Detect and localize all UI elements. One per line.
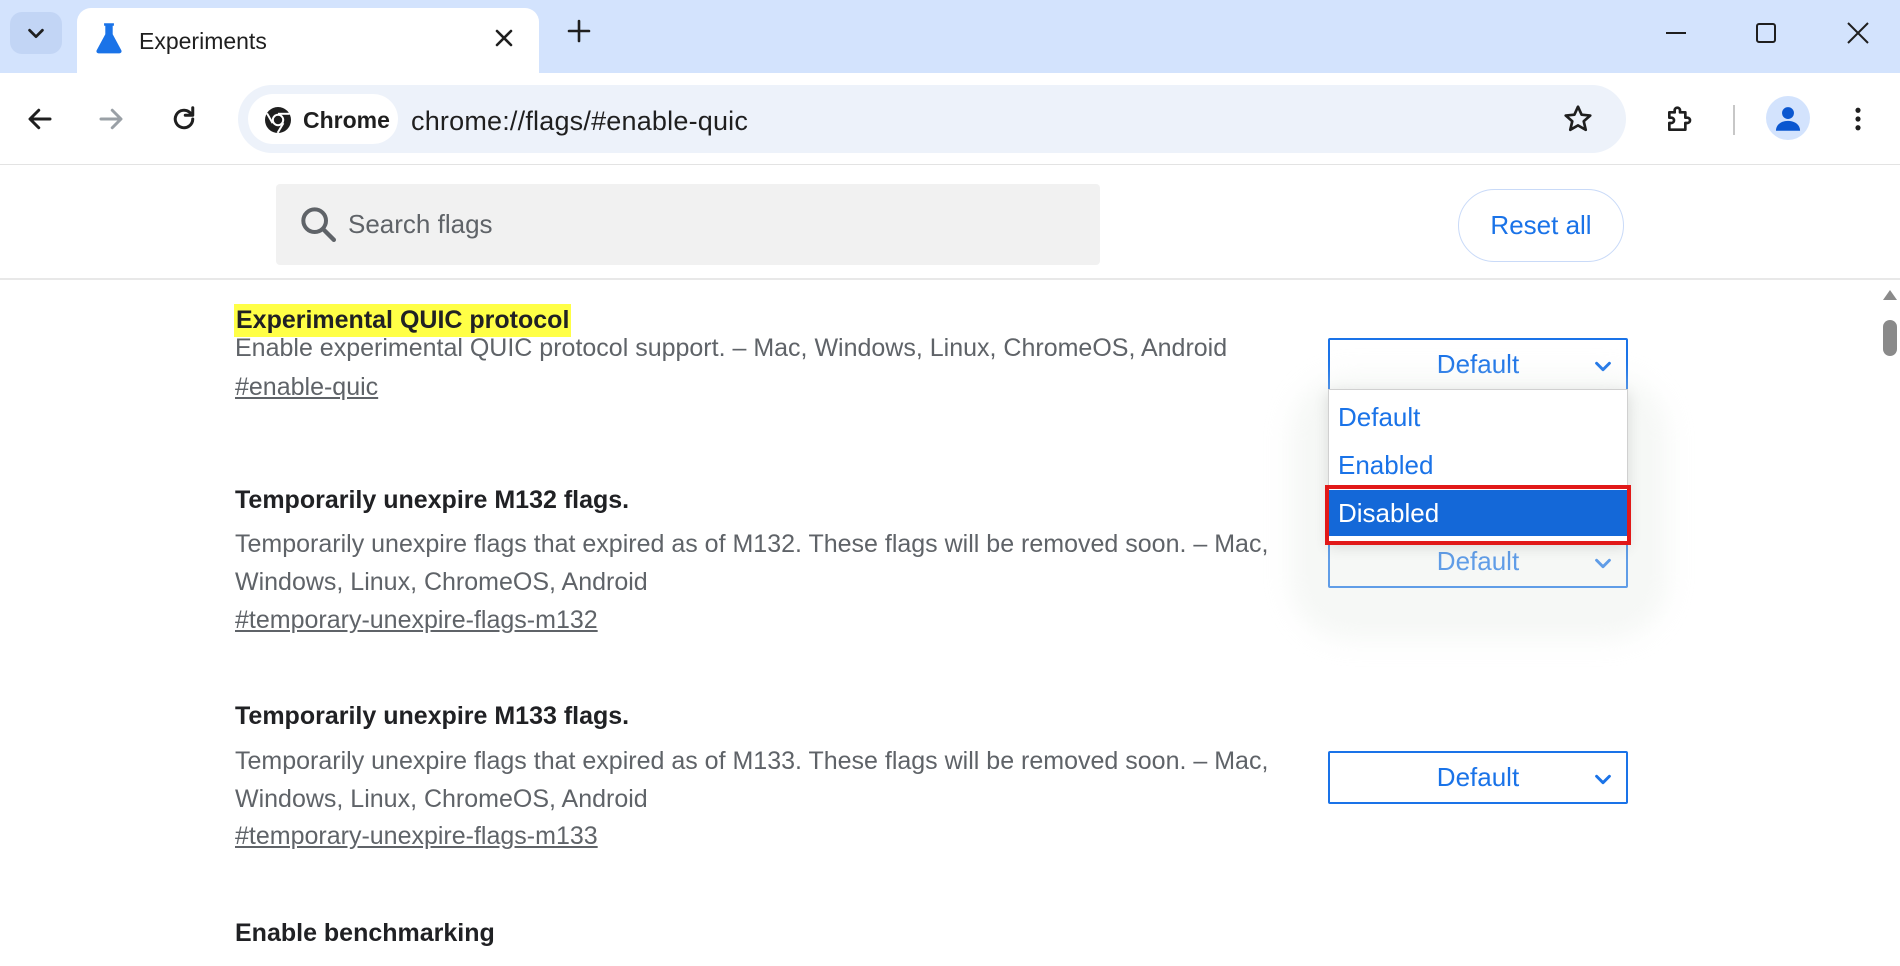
scroll-up-arrow[interactable] <box>1883 290 1897 300</box>
flag-description: Temporarily unexpire flags that expired … <box>235 530 1269 596</box>
dropdown-option-enabled[interactable]: Enabled <box>1329 442 1627 488</box>
flag-title: Temporarily unexpire M132 flags. <box>235 486 630 514</box>
chrome-logo-icon <box>265 107 291 134</box>
flag-description: Enable experimental QUIC protocol suppor… <box>235 334 1228 362</box>
chip-label: Chrome <box>303 107 390 133</box>
menu-button[interactable] <box>1834 95 1882 143</box>
toolbar-separator <box>1733 105 1735 135</box>
url-text[interactable]: chrome://flags/#enable-quic <box>411 106 748 137</box>
browser-window: Experiments Chrome chrome://flags/#enabl… <box>0 0 1900 966</box>
reload-button[interactable] <box>160 95 208 143</box>
arrow-left-icon <box>28 108 52 130</box>
scroll-thumb[interactable] <box>1883 320 1897 356</box>
dropdown-option-default[interactable]: Default <box>1329 394 1627 440</box>
maximize-button[interactable] <box>1738 10 1794 56</box>
new-tab-button[interactable] <box>562 14 596 48</box>
tab-title: Experiments <box>139 28 267 54</box>
minimize-button[interactable] <box>1648 10 1704 56</box>
close-icon <box>495 29 513 47</box>
chevron-down-icon <box>1595 774 1611 785</box>
flag-select-unexpire-m133[interactable]: Default <box>1328 751 1628 804</box>
reset-all-button[interactable]: Reset all <box>1458 189 1624 262</box>
chevron-down-icon <box>28 28 44 39</box>
maximize-icon <box>1756 23 1776 43</box>
window-close-button[interactable] <box>1830 10 1886 56</box>
profile-button[interactable] <box>1766 96 1810 140</box>
search-icon <box>301 207 336 242</box>
plus-icon <box>567 19 591 43</box>
scrollbar[interactable] <box>1880 282 1900 966</box>
flag-permalink[interactable]: #temporary-unexpire-flags-m132 <box>235 606 598 635</box>
bookmark-button[interactable] <box>1558 99 1598 139</box>
dropdown-option-disabled[interactable]: Disabled <box>1329 490 1627 536</box>
tab-strip: Experiments <box>0 0 1900 73</box>
tab-experiments[interactable]: Experiments <box>77 8 539 73</box>
omnibox[interactable]: Chrome chrome://flags/#enable-quic <box>238 85 1626 153</box>
close-icon <box>1847 22 1869 44</box>
select-value: Default <box>1436 762 1520 792</box>
flag-permalink[interactable]: #enable-quic <box>235 373 378 402</box>
forward-button[interactable] <box>87 95 135 143</box>
search-input[interactable] <box>348 198 1078 250</box>
back-button[interactable] <box>16 95 64 143</box>
tab-search-button[interactable] <box>10 12 62 54</box>
kebab-menu-icon <box>1855 107 1861 131</box>
flag-title: Temporarily unexpire M133 flags. <box>235 702 630 730</box>
extensions-button[interactable] <box>1656 95 1704 143</box>
flags-header: Reset all <box>0 166 1900 280</box>
flag-item: Enable benchmarking <box>235 919 1635 959</box>
flag-title: Enable benchmarking <box>235 919 495 947</box>
reload-icon <box>173 106 195 130</box>
flag-description: Temporarily unexpire flags that expired … <box>235 747 1269 813</box>
flag-permalink[interactable]: #temporary-unexpire-flags-m133 <box>235 822 598 851</box>
flask-icon <box>96 23 122 54</box>
toolbar: Chrome chrome://flags/#enable-quic <box>0 73 1900 165</box>
person-icon <box>1775 107 1801 131</box>
search-box[interactable] <box>276 184 1100 265</box>
minimize-icon <box>1666 32 1686 34</box>
star-icon <box>1564 105 1592 132</box>
arrow-right-icon <box>99 108 123 130</box>
tab-close-button[interactable] <box>488 22 520 54</box>
dropdown-menu[interactable]: Default Enabled Disabled <box>1328 389 1628 543</box>
chevron-down-icon <box>1595 361 1611 372</box>
puzzle-icon <box>1668 106 1692 131</box>
